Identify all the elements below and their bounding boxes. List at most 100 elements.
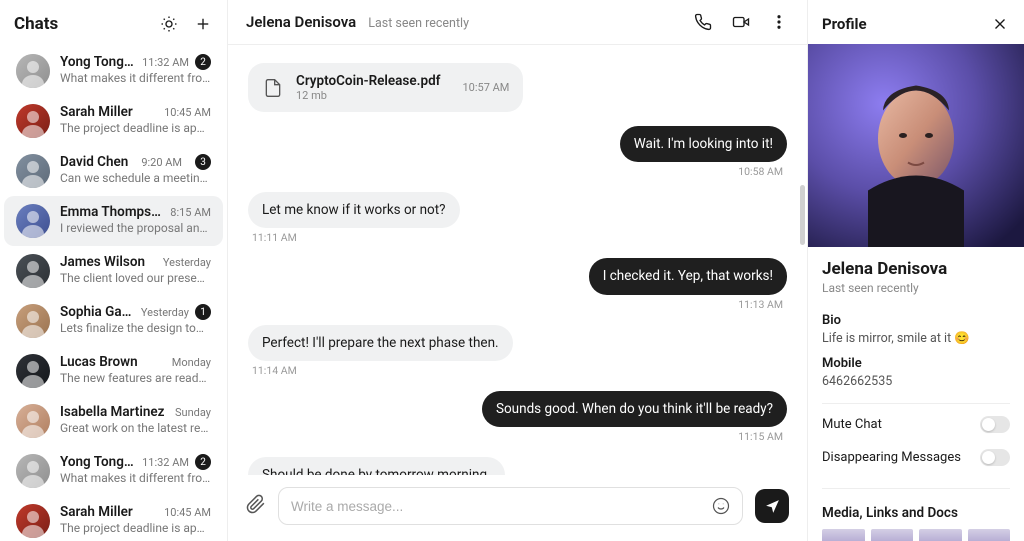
disappearing-toggle[interactable] — [980, 449, 1010, 466]
composer-input-wrap — [278, 487, 743, 525]
file-attachment[interactable]: CryptoCoin-Release.pdf 12 mb 10:57 AM — [248, 63, 523, 112]
mobile-section: Mobile 6462662535 — [808, 346, 1024, 389]
avatar — [16, 54, 50, 88]
send-icon — [764, 498, 781, 515]
chats-sidebar: Chats Yong Tonghyon 11:32 AM 2 What make… — [0, 0, 228, 541]
unread-badge: 3 — [195, 154, 211, 170]
profile-panel: Profile — [808, 0, 1024, 541]
send-button[interactable] — [755, 489, 789, 523]
chat-list-item[interactable]: Yong Tonghyon 11:32 AM 2 What makes it d… — [4, 46, 223, 96]
message-outgoing[interactable]: Sounds good. When do you think it'll be … — [482, 391, 787, 443]
media-thumb[interactable] — [919, 529, 962, 541]
chat-preview: What makes it different fro… — [60, 71, 210, 85]
video-icon — [732, 13, 750, 31]
mute-chat-toggle[interactable] — [980, 416, 1010, 433]
unread-badge: 2 — [195, 54, 211, 70]
message-input[interactable] — [291, 499, 712, 514]
chat-name: James Wilson — [60, 254, 145, 270]
avatar — [16, 154, 50, 188]
media-thumb[interactable] — [871, 529, 914, 541]
message-bubble: I checked it. Yep, that works! — [589, 258, 787, 294]
chat-list-item[interactable]: Sarah Miller 10:45 AM The project deadli… — [4, 96, 223, 146]
chat-name: Emma Thompson — [60, 204, 164, 220]
media-thumb[interactable] — [822, 529, 865, 541]
avatar — [16, 254, 50, 288]
more-options-button[interactable] — [769, 12, 789, 32]
chat-name: Yong Tonghyon — [60, 54, 136, 70]
chat-list-item[interactable]: Isabella Martinez Sunday Great work on t… — [4, 396, 223, 446]
media-section: Media, Links and Docs — [808, 493, 1024, 541]
file-name: CryptoCoin-Release.pdf — [296, 73, 440, 89]
message-bubble: Wait. I'm looking into it! — [620, 126, 787, 162]
chat-time: 11:32 AM — [142, 56, 189, 69]
theme-toggle-button[interactable] — [159, 14, 179, 34]
mobile-value[interactable]: 6462662535 — [822, 374, 1010, 389]
chat-time: 11:32 AM — [142, 456, 189, 469]
chat-list-item[interactable]: Emma Thompson 8:15 AM I reviewed the pro… — [4, 196, 223, 246]
chat-preview: The project deadline is approachi… — [60, 121, 211, 135]
messages-container[interactable]: CryptoCoin-Release.pdf 12 mb 10:57 AM Wa… — [228, 45, 807, 475]
chat-list-item[interactable]: Sophia Garcia Yesterday 1 Lets finalize … — [4, 296, 223, 346]
disappearing-row: Disappearing Messages — [808, 441, 1024, 474]
attach-button[interactable] — [246, 494, 266, 518]
message-incoming[interactable]: Perfect! I'll prepare the next phase the… — [248, 325, 513, 377]
avatar — [16, 454, 50, 488]
message-time: 11:15 AM — [734, 430, 787, 443]
message-incoming[interactable]: Should be done by tomorrow morning. 11:1… — [248, 457, 505, 475]
voice-call-button[interactable] — [693, 12, 713, 32]
chat-time: Sunday — [175, 406, 211, 419]
file-size: 12 mb — [296, 89, 440, 102]
close-profile-button[interactable] — [990, 14, 1010, 34]
chat-time: Yesterday — [163, 256, 211, 269]
scrollbar-thumb[interactable] — [800, 185, 805, 245]
chat-time: 10:45 AM — [164, 506, 211, 519]
chat-list-item[interactable]: James Wilson Yesterday The client loved … — [4, 246, 223, 296]
sidebar-actions — [159, 14, 213, 34]
message-bubble: Let me know if it works or not? — [248, 192, 460, 228]
plus-icon — [194, 15, 212, 33]
close-icon — [991, 15, 1009, 33]
chat-list-item[interactable]: Lucas Brown Monday The new features are … — [4, 346, 223, 396]
chat-list-item[interactable]: David Chen 9:20 AM 3 Can we schedule a m… — [4, 146, 223, 196]
chat-list[interactable]: Yong Tonghyon 11:32 AM 2 What makes it d… — [0, 46, 227, 541]
media-title[interactable]: Media, Links and Docs — [822, 505, 1010, 521]
chat-name: Sarah Miller — [60, 504, 133, 520]
avatar — [16, 504, 50, 538]
media-thumb[interactable] — [968, 529, 1011, 541]
profile-header: Profile — [808, 0, 1024, 44]
new-chat-button[interactable] — [193, 14, 213, 34]
bio-section: Bio Life is mirror, smile at it 😊 — [808, 303, 1024, 346]
profile-title: Profile — [822, 15, 867, 33]
media-thumbnails — [822, 529, 1010, 541]
message-outgoing[interactable]: I checked it. Yep, that works! 11:13 AM — [589, 258, 787, 310]
message-time: 11:13 AM — [734, 298, 787, 311]
avatar — [16, 304, 50, 338]
profile-photo[interactable] — [808, 44, 1024, 247]
chat-name: Sarah Miller — [60, 104, 133, 120]
profile-name: Jelena Denisova — [822, 259, 1010, 279]
profile-status: Last seen recently — [822, 281, 1010, 295]
message-incoming[interactable]: Let me know if it works or not? 11:11 AM — [248, 192, 460, 244]
file-icon — [262, 77, 284, 99]
divider — [822, 403, 1010, 404]
contact-name[interactable]: Jelena Denisova — [246, 13, 356, 31]
emoji-button[interactable] — [712, 497, 730, 515]
message-outgoing[interactable]: Wait. I'm looking into it! 10:58 AM — [620, 126, 787, 178]
chat-list-item[interactable]: Yong Tonghyon 11:32 AM 2 What makes it d… — [4, 446, 223, 496]
mobile-label: Mobile — [822, 356, 1010, 371]
chat-name: Sophia Garcia — [60, 304, 135, 320]
phone-icon — [694, 13, 712, 31]
chat-list-item[interactable]: Sarah Miller 10:45 AM The project deadli… — [4, 496, 223, 541]
chat-preview: What makes it different fro… — [60, 471, 210, 485]
chat-preview: Can we schedule a meeting … — [60, 171, 211, 185]
message-incoming[interactable]: CryptoCoin-Release.pdf 12 mb 10:57 AM — [248, 63, 523, 112]
chat-time: Monday — [172, 356, 211, 369]
message-time: 10:57 AM — [462, 81, 509, 94]
chat-time: Yesterday — [141, 306, 189, 319]
video-call-button[interactable] — [731, 12, 751, 32]
more-vertical-icon — [770, 13, 788, 31]
chat-preview: I reviewed the proposal and… — [60, 221, 211, 235]
sidebar-header: Chats — [0, 0, 227, 46]
chat-preview: The new features are ready for te… — [60, 371, 211, 385]
chat-preview: Great work on the latest release! — [60, 421, 211, 435]
